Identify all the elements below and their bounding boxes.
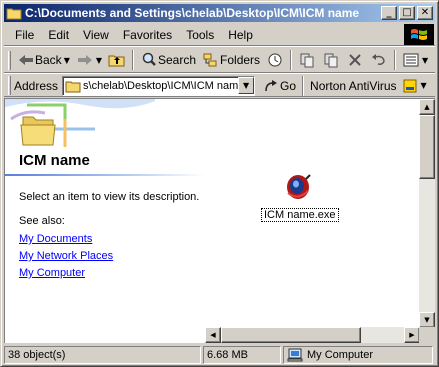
address-dropdown-button[interactable]: ▼: [238, 77, 255, 94]
menu-file[interactable]: File: [8, 25, 41, 45]
folder-icon: [6, 6, 22, 20]
see-also-label: See also:: [19, 215, 65, 227]
scrollbar-corner: [419, 327, 435, 343]
standard-toolbar: Back ▼ ▼ Search Folders ▼: [4, 48, 435, 73]
move-to-icon: [298, 51, 316, 69]
vertical-scrollbar[interactable]: ▲ ▼: [419, 99, 435, 328]
delete-button[interactable]: [343, 49, 367, 71]
vertical-scroll-thumb[interactable]: [419, 115, 435, 179]
title-divider: [5, 174, 205, 176]
horizontal-scroll-thumb[interactable]: [221, 327, 361, 343]
undo-button[interactable]: [367, 49, 391, 71]
scroll-right-button[interactable]: ▶: [404, 327, 420, 343]
back-dropdown-icon[interactable]: ▼: [64, 56, 70, 65]
forward-arrow-icon: [76, 51, 94, 69]
horizontal-scrollbar[interactable]: ◀ ▶: [205, 327, 420, 343]
folders-icon: [202, 51, 220, 69]
views-dropdown-icon[interactable]: ▼: [422, 56, 428, 65]
minimize-button[interactable]: _: [381, 6, 397, 20]
status-location: My Computer: [307, 348, 374, 361]
go-label: Go: [280, 78, 297, 93]
computer-icon: [287, 348, 303, 362]
address-separator: [302, 75, 305, 96]
menu-tools[interactable]: Tools: [179, 25, 221, 45]
undo-icon: [370, 51, 388, 69]
move-to-button[interactable]: [295, 49, 319, 71]
maximize-button[interactable]: □: [399, 6, 415, 20]
go-arrow-icon: [262, 77, 280, 95]
delete-x-icon: [346, 51, 364, 69]
copy-to-button[interactable]: [319, 49, 343, 71]
status-bar: 38 object(s) 6.68 MB My Computer: [4, 345, 435, 364]
folder-header-art: [5, 99, 155, 147]
window-title: C:\Documents and Settings\chelab\Desktop…: [25, 6, 360, 20]
menu-edit[interactable]: Edit: [41, 25, 76, 45]
address-input[interactable]: s\chelab\Desktop\ICM\ICM name ▼: [62, 75, 256, 96]
address-label: Address: [14, 78, 59, 93]
link-my-computer[interactable]: My Computer: [19, 267, 85, 279]
norton-antivirus-button[interactable]: Norton AntiVirus ▼: [307, 75, 430, 97]
views-button[interactable]: ▼: [399, 49, 431, 71]
scroll-down-button[interactable]: ▼: [419, 312, 435, 328]
file-name-label[interactable]: ICM name.exe: [261, 208, 339, 222]
large-folder-icon: [20, 116, 56, 146]
back-label: Back: [35, 53, 62, 67]
menu-bar: File Edit View Favorites Tools Help: [4, 24, 435, 46]
link-my-documents[interactable]: My Documents: [19, 233, 92, 245]
menu-view[interactable]: View: [76, 25, 116, 45]
up-button[interactable]: [105, 49, 129, 71]
status-size: 6.68 MB: [203, 345, 281, 364]
scroll-left-button[interactable]: ◀: [205, 327, 221, 343]
forward-dropdown-icon[interactable]: ▼: [96, 56, 102, 65]
windows-logo-icon: [404, 24, 434, 45]
toolbar-separator: [132, 50, 134, 70]
history-icon: [266, 51, 284, 69]
search-icon: [140, 51, 158, 69]
history-button[interactable]: [263, 49, 287, 71]
menu-favorites[interactable]: Favorites: [116, 25, 179, 45]
address-value[interactable]: s\chelab\Desktop\ICM\ICM name: [81, 80, 238, 92]
status-location-pane: My Computer: [283, 345, 433, 364]
menu-help[interactable]: Help: [221, 25, 260, 45]
search-label: Search: [158, 53, 197, 67]
explorer-window: C:\Documents and Settings\chelab\Desktop…: [0, 0, 439, 367]
go-button[interactable]: Go: [259, 75, 299, 97]
folders-label: Folders: [220, 53, 261, 67]
norton-label: Norton AntiVirus: [310, 78, 397, 93]
forward-button[interactable]: ▼: [73, 49, 105, 71]
scroll-up-button[interactable]: ▲: [419, 99, 435, 115]
back-button[interactable]: Back ▼: [14, 49, 73, 71]
address-folder-icon: [65, 79, 81, 93]
toolbar-separator: [394, 50, 397, 70]
back-arrow-icon: [17, 51, 35, 69]
application-icon[interactable]: [282, 171, 314, 203]
folders-button[interactable]: Folders: [199, 49, 263, 71]
norton-dropdown-icon[interactable]: ▼: [421, 81, 427, 90]
views-icon: [402, 51, 420, 69]
description-text: Select an item to view its description.: [19, 191, 200, 203]
toolbar-grip[interactable]: [8, 50, 11, 70]
toolbar-separator: [290, 50, 293, 70]
folder-view: ICM name Select an item to view its desc…: [4, 98, 435, 343]
search-button[interactable]: Search: [137, 49, 199, 71]
folder-up-icon: [108, 51, 126, 69]
folder-title: ICM name: [19, 152, 90, 169]
norton-icon: [401, 77, 419, 95]
status-object-count: 38 object(s): [4, 345, 201, 364]
address-bar: Address s\chelab\Desktop\ICM\ICM name ▼ …: [4, 75, 435, 97]
close-button[interactable]: ✕: [417, 6, 433, 20]
link-my-network-places[interactable]: My Network Places: [19, 250, 113, 262]
title-bar[interactable]: C:\Documents and Settings\chelab\Desktop…: [4, 4, 435, 22]
copy-to-icon: [322, 51, 340, 69]
address-grip[interactable]: [8, 76, 11, 95]
